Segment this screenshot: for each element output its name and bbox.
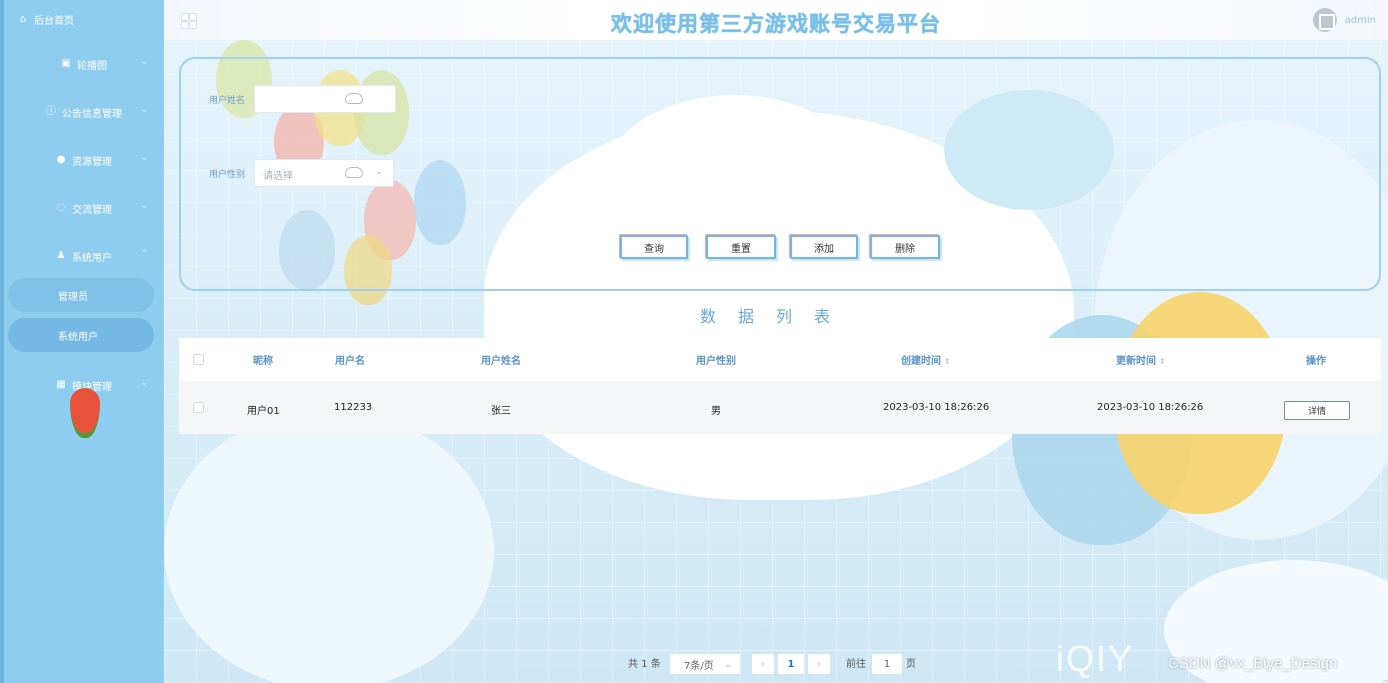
column-header-username: 用户名 (335, 356, 365, 367)
column-header-label: 创建时间 (901, 356, 941, 367)
column-header-actions: 操作 (1306, 356, 1326, 367)
sidebar-item-communication[interactable]: ◌ 交流管理 ⌄ (4, 198, 164, 218)
column-header-nickname: 昵称 (253, 356, 273, 367)
page-number-current[interactable]: 1 (778, 654, 804, 674)
sidebar-item-system-users[interactable]: ♟ 系统用户 ⌃ (4, 246, 164, 266)
gender-select[interactable]: 请选择 ⌄ (254, 159, 394, 187)
row-checkbox[interactable] (193, 402, 204, 413)
goto-page-input[interactable]: 1 (872, 654, 902, 674)
cloud-icon (345, 167, 363, 178)
info-icon: ⓘ (46, 106, 56, 117)
delete-button[interactable]: 删除 (870, 235, 940, 259)
select-all-checkbox[interactable] (193, 354, 204, 365)
chevron-down-icon: ⌄ (723, 658, 733, 670)
sidebar-subitem-label: 系统用户 (58, 331, 98, 343)
chevron-up-icon: ⌃ (140, 249, 148, 259)
sort-icon[interactable]: ⇕ (944, 357, 951, 366)
page-unit-label: 页 (906, 659, 916, 670)
username: admin (1344, 14, 1376, 26)
watermark: CSDN @vx_Biye_Design (1168, 655, 1338, 672)
gender-field-label: 用户性别 (209, 170, 246, 180)
cell-gender: 男 (711, 406, 721, 417)
next-page-button[interactable]: › (808, 654, 830, 674)
sidebar-item-resources[interactable]: ● 资源管理 ⌄ (4, 150, 164, 170)
sidebar-home-label: 后台首页 (34, 16, 74, 27)
page-size-value: 7条/页 (684, 660, 714, 672)
query-button[interactable]: 查询 (620, 235, 688, 259)
sidebar-item-label: 公告信息管理 (62, 108, 122, 120)
sidebar-item-label: 系统用户 (72, 252, 112, 264)
user-icon: ♟ (56, 250, 66, 261)
sidebar-item-label: 轮播图 (77, 60, 107, 72)
list-title: 数据列表 (699, 307, 852, 326)
table-header-row: 昵称 用户名 用户姓名 用户性别 创建时间 ⇕ 更新时间 ⇕ 操作 (179, 338, 1381, 381)
cell-created: 2023-03-10 18:26:26 (883, 402, 990, 413)
chevron-down-icon: ⌄ (140, 57, 148, 67)
page-size-select[interactable]: 7条/页 ⌄ (670, 654, 740, 674)
sidebar-item-label: 资源管理 (72, 156, 112, 168)
table-row: 用户01 112233 张三 男 2023-03-10 18:26:26 202… (179, 381, 1381, 434)
sidebar-subitem-system-users[interactable]: 系统用户 (8, 318, 154, 352)
cell-username: 112233 (334, 402, 373, 413)
column-header-updated[interactable]: 更新时间 ⇕ (1116, 352, 1166, 367)
chat-icon: ◌ (56, 202, 66, 213)
sort-icon[interactable]: ⇕ (1159, 357, 1166, 366)
name-input[interactable] (254, 85, 396, 113)
home-icon: ⌂ (19, 13, 27, 25)
chevron-down-icon: ⌄ (140, 378, 148, 388)
sidebar-item-announcements[interactable]: ⓘ 公告信息管理 ⌄ (4, 102, 164, 122)
chevron-down-icon: ⌄ (140, 105, 148, 115)
reset-button[interactable]: 重置 (706, 235, 776, 259)
column-header-created[interactable]: 创建时间 ⇕ (901, 352, 951, 367)
sidebar-item-home[interactable]: ⌂ 后台首页 (18, 12, 74, 27)
chevron-down-icon: ⌄ (375, 167, 383, 177)
sidebar-subitem-label: 管理员 (58, 291, 88, 303)
chevron-down-icon: ⌄ (140, 201, 148, 211)
cell-name: 张三 (491, 406, 511, 417)
image-icon: ▣ (61, 58, 71, 69)
sidebar-item-label: 交流管理 (72, 204, 112, 216)
location-icon: ● (56, 154, 66, 165)
watermelon-decoration-icon (70, 388, 100, 438)
sidebar-subitem-admin[interactable]: 管理员 (8, 278, 154, 312)
video-logo: iQIY (1056, 638, 1135, 679)
sidebar: ⌂ 后台首页 ▣ 轮播图 ⌄ ⓘ 公告信息管理 ⌄ ● 资源管理 ⌄ ◌ 交流管… (0, 0, 164, 683)
column-header-label: 更新时间 (1116, 356, 1156, 367)
gender-select-placeholder: 请选择 (263, 171, 293, 182)
cell-updated: 2023-03-10 18:26:26 (1097, 402, 1204, 413)
add-button[interactable]: 添加 (790, 235, 858, 259)
grid-icon: ▦ (56, 379, 66, 390)
prev-page-button[interactable]: ‹ (752, 654, 774, 674)
goto-label: 前往 (846, 659, 866, 670)
chevron-down-icon: ⌄ (140, 153, 148, 163)
sidebar-item-carousel[interactable]: ▣ 轮播图 ⌄ (4, 54, 164, 74)
avatar[interactable] (1312, 8, 1337, 32)
name-field-label: 用户姓名 (209, 96, 246, 106)
cloud-icon (345, 93, 363, 104)
pagination-total: 共 1 条 (628, 659, 661, 670)
column-header-gender: 用户性别 (696, 356, 736, 367)
user-menu[interactable]: admin (1312, 8, 1376, 32)
detail-button[interactable]: 详情 (1284, 401, 1350, 420)
column-header-name: 用户姓名 (481, 356, 521, 367)
site-title: 欢迎使用第三方游戏账号交易平台 (611, 12, 941, 36)
top-header: 欢迎使用第三方游戏账号交易平台 admin (164, 0, 1388, 40)
cell-nickname: 用户01 (247, 406, 280, 417)
